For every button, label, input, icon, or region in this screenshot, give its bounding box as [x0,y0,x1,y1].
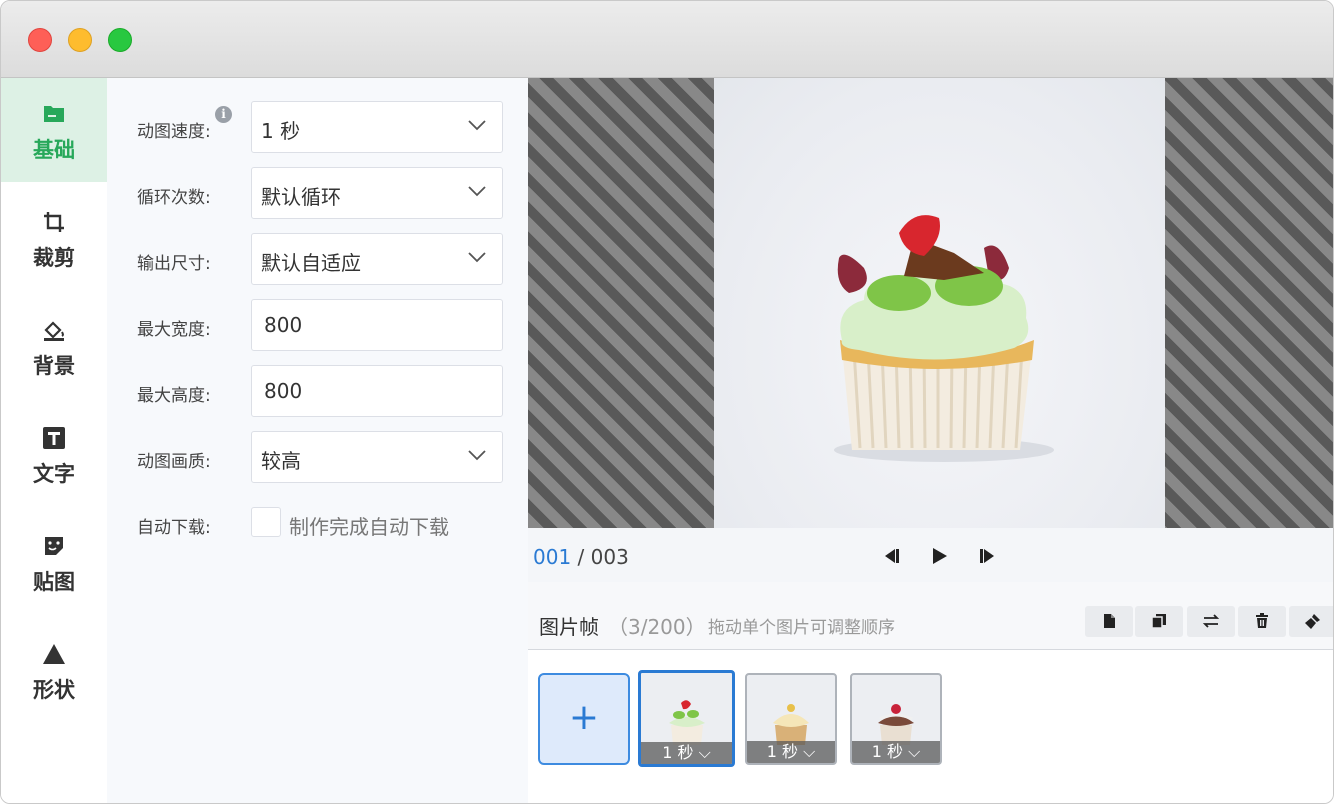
cupcake-image [834,215,1054,462]
frame-speed-select[interactable]: 1 秒 ⌵ [852,741,940,763]
speed-select[interactable]: 1 秒 [251,101,503,153]
frame-thumbnail[interactable]: 1 秒 ⌵ [745,673,837,765]
frame-speed-select[interactable]: 1 秒 ⌵ [747,741,835,763]
max-width-value: 800 [264,313,303,337]
sidebar-item-background[interactable]: 背景 [1,294,107,398]
speed-select-value: 1 秒 [261,119,301,143]
output-size-select-value: 默认自适应 [261,251,361,275]
sidebar-item-crop[interactable]: 裁剪 [1,186,107,290]
copy-frame-button[interactable] [1135,606,1183,637]
frame-speed-value: 1 秒 [662,743,694,762]
chevron-down-icon [468,450,486,461]
loop-select[interactable]: 默认循环 [251,167,503,219]
copy-icon [1151,614,1166,629]
frame-current: 001 [533,545,572,569]
swap-icon [1202,614,1220,628]
sidebar-item-label: 背景 [33,354,75,378]
sidebar-item-label: 文字 [33,462,75,486]
max-height-input[interactable]: 800 [251,365,503,417]
crop-icon [44,212,64,232]
sidebar-item-label: 贴图 [33,570,75,594]
minimize-window-button[interactable] [68,28,92,52]
file-icon [1104,614,1115,628]
frames-count: （3/200） [608,615,706,639]
chevron-down-icon [468,186,486,197]
swap-frames-button[interactable] [1187,606,1235,637]
sidebar-item-sticker[interactable]: 贴图 [1,510,107,614]
max-width-label: 最大宽度: [137,320,211,340]
loop-select-value: 默认循环 [261,185,341,209]
delete-frame-button[interactable] [1238,606,1286,637]
folder-icon [44,106,64,122]
max-height-label: 最大高度: [137,386,211,406]
chevron-down-icon [468,120,486,131]
add-frame-button[interactable]: + [538,673,630,765]
frame-speed-value: 1 秒 [871,742,904,761]
frame-image [714,78,1165,528]
quality-select[interactable]: 较高 [251,431,503,483]
title-bar [1,1,1333,78]
sticker-icon [45,537,63,555]
close-window-button[interactable] [28,28,52,52]
max-height-value: 800 [264,379,303,403]
frames-hint: 拖动单个图片可调整顺序 [708,618,895,638]
output-size-select[interactable]: 默认自适应 [251,233,503,285]
frame-speed-value: 1 秒 [766,742,799,761]
frame-thumbnail[interactable]: 1 秒 ⌵ [850,673,942,765]
speed-label: 动图速度: [137,122,211,142]
frame-speed-select[interactable]: 1 秒 ⌵ [641,742,732,764]
triangle-icon [43,644,65,664]
sidebar-item-text[interactable]: 文字 [1,402,107,506]
frames-header: 图片帧 （3/200） 拖动单个图片可调整顺序 [528,582,1333,650]
sidebar-item-label: 形状 [33,678,75,702]
auto-download-checkbox-label[interactable]: 制作完成自动下载 [289,511,449,540]
preview-canvas [528,78,1333,528]
output-size-label: 输出尺寸: [137,254,211,274]
plus-icon: + [568,697,600,738]
frames-strip: + 1 秒 ⌵ 1 秒 ⌵ 1 秒 ⌵ [528,651,1333,803]
frame-counter: 001 / 003 [533,545,629,569]
add-frame-file-button[interactable] [1085,606,1133,637]
paint-bucket-icon [44,321,64,341]
quality-label: 动图画质: [137,452,211,472]
sidebar-item-shape[interactable]: 形状 [1,618,107,722]
playback-bar: 001 / 003 [528,528,1333,582]
sidebar-item-label: 裁剪 [33,246,75,270]
frames-title: 图片帧 [539,615,599,639]
next-frame-icon[interactable] [976,545,998,567]
sidebar-item-label: 基础 [33,138,75,162]
frame-total: 003 [590,545,629,569]
quality-select-value: 较高 [261,449,301,473]
max-width-input[interactable]: 800 [251,299,503,351]
trash-icon [1256,613,1268,628]
chevron-down-icon [468,252,486,263]
clear-frames-button[interactable] [1289,606,1333,637]
play-icon[interactable] [928,545,950,567]
loop-label: 循环次数: [137,188,211,208]
frame-separator: / [571,545,591,569]
maximize-window-button[interactable] [108,28,132,52]
sidebar-item-basic[interactable]: 基础 [1,78,107,182]
info-icon[interactable]: i [215,106,232,123]
text-icon [43,427,65,449]
auto-download-checkbox[interactable] [251,507,281,537]
broom-icon [1305,614,1320,629]
previous-frame-icon[interactable] [881,545,903,567]
frame-thumbnail[interactable]: 1 秒 ⌵ [638,670,735,767]
settings-panel: 动图速度: i 1 秒 循环次数: 默认循环 输出尺寸: 默认自适应 最大宽度:… [107,78,528,803]
sidebar: 基础 裁剪 背景 文字 贴图 形状 [1,78,107,803]
auto-download-label: 自动下载: [137,518,211,538]
app-window: 基础 裁剪 背景 文字 贴图 形状 动图速度: i 1 秒 循环次数: 默认循环… [0,0,1334,804]
